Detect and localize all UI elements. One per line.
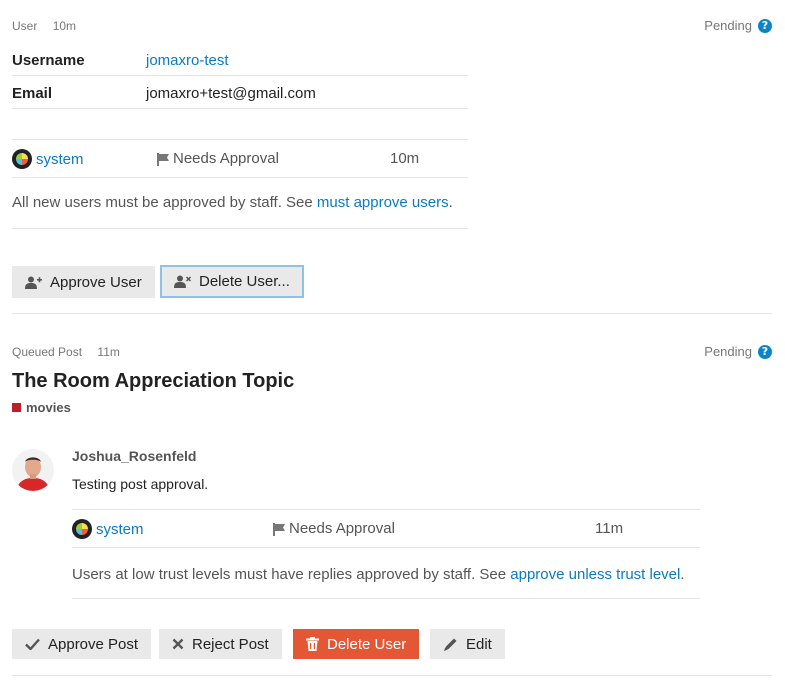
approve-post-button[interactable]: Approve Post	[12, 629, 152, 659]
approve-user-button[interactable]: Approve User	[12, 266, 155, 298]
email-value: jomaxro+test@gmail.com	[146, 85, 316, 102]
system-avatar	[72, 519, 92, 539]
author-avatar[interactable]	[12, 448, 54, 496]
approve-unless-trust-level-link[interactable]: approve unless trust level	[510, 566, 680, 583]
score-reason-text: Needs Approval	[289, 520, 395, 537]
explanation-text: Users at low trust levels must have repl…	[72, 566, 511, 583]
score-time: 10m	[390, 150, 420, 167]
review-explanation: Users at low trust levels must have repl…	[72, 566, 685, 583]
reject-post-label: Reject Post	[192, 635, 269, 653]
approve-post-label: Approve Post	[48, 635, 139, 653]
must-approve-users-link[interactable]: must approve users	[317, 194, 449, 211]
review-type-label: User	[12, 19, 38, 33]
username-label: Username	[12, 52, 85, 69]
system-avatar	[12, 149, 32, 169]
review-status: Pending ?	[704, 18, 772, 33]
review-type: Queued Post 11m	[12, 345, 120, 359]
flag-icon	[273, 522, 285, 536]
username-link[interactable]: jomaxro-test	[146, 52, 229, 69]
delete-user-button[interactable]: Delete User...	[160, 265, 304, 298]
edit-button[interactable]: Edit	[430, 629, 505, 659]
review-status: Pending ?	[704, 344, 772, 359]
category-name: movies	[26, 400, 71, 415]
flag-icon	[157, 152, 169, 166]
review-type-label: Queued Post	[12, 345, 83, 359]
approve-user-label: Approve User	[50, 273, 142, 291]
times-icon	[172, 638, 184, 650]
score-user[interactable]: system	[72, 519, 144, 539]
post-body: Testing post approval.	[72, 476, 209, 492]
score-reason-text: Needs Approval	[173, 150, 279, 167]
user-times-icon	[174, 275, 191, 288]
score-reason: Needs Approval	[157, 150, 279, 167]
category-color-square	[12, 403, 21, 412]
help-icon[interactable]: ?	[758, 344, 772, 359]
topic-title[interactable]: The Room Appreciation Topic	[12, 370, 294, 393]
help-icon[interactable]: ?	[758, 18, 772, 33]
status-label: Pending	[704, 344, 752, 359]
status-label: Pending	[704, 18, 752, 33]
explanation-suffix: .	[448, 194, 453, 211]
score-user-link[interactable]: system	[96, 521, 144, 538]
trash-icon	[306, 637, 319, 651]
edit-label: Edit	[466, 635, 492, 653]
email-label: Email	[12, 85, 53, 102]
check-icon	[25, 638, 40, 650]
reject-post-button[interactable]: Reject Post	[159, 629, 282, 659]
score-time: 11m	[595, 520, 624, 537]
user-plus-icon	[25, 276, 42, 289]
explanation-suffix: .	[680, 566, 685, 583]
category-badge[interactable]: movies	[12, 400, 71, 415]
review-age[interactable]: 11m	[97, 345, 119, 359]
review-explanation: All new users must be approved by staff.…	[12, 194, 453, 211]
delete-user-label: Delete User	[327, 635, 407, 653]
review-type: User 10m	[12, 19, 76, 33]
author-username[interactable]: Joshua_Rosenfeld	[72, 448, 196, 464]
score-reason: Needs Approval	[273, 520, 395, 537]
delete-user-label: Delete User...	[199, 273, 290, 290]
score-user[interactable]: system	[12, 149, 84, 169]
score-user-link[interactable]: system	[36, 151, 84, 168]
pencil-icon	[443, 637, 458, 652]
review-age[interactable]: 10m	[53, 19, 76, 33]
delete-user-button[interactable]: Delete User	[293, 629, 420, 659]
explanation-text: All new users must be approved by staff.…	[12, 194, 317, 211]
